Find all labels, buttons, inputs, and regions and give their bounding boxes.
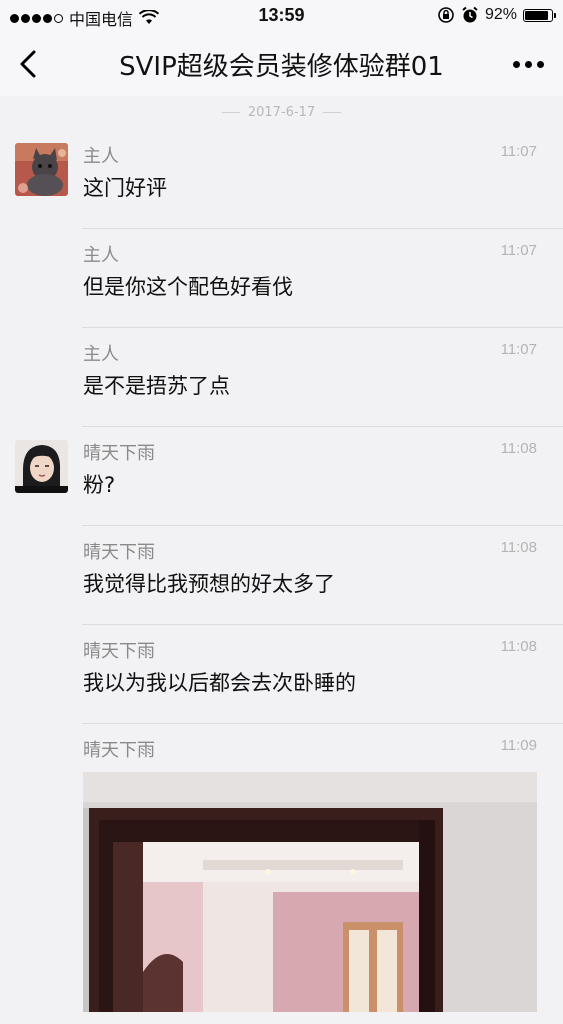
message-row[interactable]: 晴天下雨 11:08 我以为我以后都会去次卧睡的 — [0, 625, 563, 724]
message-time: 11:09 — [500, 737, 537, 754]
message-row[interactable]: 晴天下雨 11:08 我觉得比我预想的好太多了 — [0, 526, 563, 625]
person-avatar[interactable] — [15, 440, 68, 493]
message-row[interactable]: 主人 11:07 但是你这个配色好看伐 — [0, 229, 563, 328]
more-dots-icon — [512, 60, 520, 68]
cat-avatar[interactable] — [15, 143, 68, 196]
sender-name: 晴天下雨 — [83, 641, 155, 662]
sender-name: 主人 — [83, 245, 119, 266]
chat-title: SVIP超级会员装修体验群01 — [119, 52, 444, 82]
chevron-left-icon — [20, 50, 36, 78]
message-text[interactable]: 是不是捂苏了点 — [83, 370, 230, 400]
message-text[interactable]: 粉? — [83, 469, 115, 499]
message-text[interactable]: 但是你这个配色好看伐 — [83, 271, 293, 301]
message-list[interactable]: 主人 11:07 这门好评 主人 11:07 但是你这个配色好看伐 主人 11:… — [0, 130, 563, 1024]
message-text[interactable]: 我以为我以后都会去次卧睡的 — [83, 667, 356, 697]
sender-name: 晴天下雨 — [83, 740, 155, 761]
nav-bar: SVIP超级会员装修体验群01 — [0, 32, 563, 96]
message-row[interactable]: 主人 11:07 是不是捂苏了点 — [0, 328, 563, 427]
rotation-lock-icon — [438, 7, 454, 23]
message-text[interactable]: 这门好评 — [83, 172, 167, 202]
message-time: 11:07 — [500, 242, 537, 259]
sender-name: 主人 — [83, 146, 119, 167]
message-row[interactable]: 晴天下雨 11:08 粉? — [0, 427, 563, 526]
back-button[interactable] — [8, 44, 48, 84]
battery-fill — [525, 10, 548, 20]
message-photo[interactable] — [83, 772, 537, 1012]
message-time: 11:07 — [500, 341, 537, 358]
date-text: 2017-6-17 — [247, 104, 316, 120]
date-separator: 2017-6-17 — [0, 100, 563, 124]
sender-name: 晴天下雨 — [83, 443, 155, 464]
sender-name: 晴天下雨 — [83, 542, 155, 563]
message-time: 11:07 — [500, 143, 537, 160]
sender-name: 主人 — [83, 344, 119, 365]
alarm-icon — [462, 6, 478, 23]
more-button[interactable] — [503, 46, 553, 82]
message-time: 11:08 — [500, 440, 537, 457]
battery-percent: 92% — [484, 6, 517, 23]
battery-icon — [523, 8, 556, 22]
image-message-row[interactable]: 晴天下雨 11:09 — [0, 724, 563, 1024]
status-right: 92% — [437, 6, 556, 24]
message-time: 11:08 — [500, 539, 537, 556]
status-bar: 中国电信 13:59 92% — [0, 0, 563, 32]
message-time: 11:08 — [500, 638, 537, 655]
message-row[interactable]: 主人 11:07 这门好评 — [0, 130, 563, 229]
message-text[interactable]: 我觉得比我预想的好太多了 — [83, 568, 335, 598]
